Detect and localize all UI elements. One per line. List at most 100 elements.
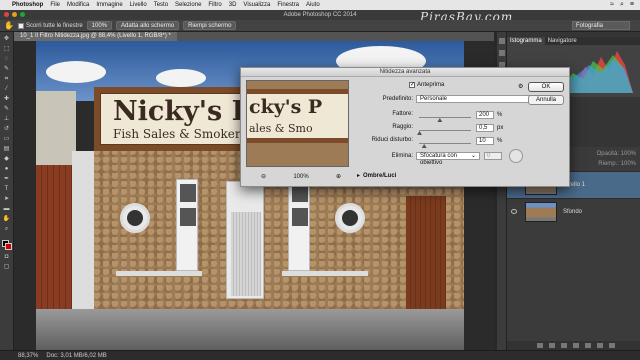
radius-slider-handle[interactable]	[417, 131, 423, 135]
history-panel-icon[interactable]	[499, 38, 505, 44]
cancel-button[interactable]: Annulla	[528, 95, 564, 105]
layer-style-icon[interactable]	[549, 343, 555, 348]
gear-icon[interactable]: ⚙	[518, 83, 523, 90]
marquee-tool-icon[interactable]: ⬚	[3, 46, 11, 52]
ok-button[interactable]: OK	[528, 82, 564, 92]
close-window-icon[interactable]	[4, 12, 9, 17]
healing-tool-icon[interactable]: ✚	[3, 96, 11, 102]
amount-slider-handle[interactable]	[437, 118, 443, 122]
screen-mode-icon[interactable]: ▢	[3, 264, 11, 270]
remove-label: Elimina:	[391, 153, 413, 159]
shadows-toggle[interactable]: ▸ Ombre/Luci	[357, 172, 396, 180]
amount-input[interactable]: 200	[476, 111, 494, 119]
new-layer-icon[interactable]	[597, 343, 603, 348]
hand-tool-icon[interactable]: ✋	[3, 216, 11, 222]
blur-tool-icon[interactable]: ◆	[3, 156, 11, 162]
color-swatches[interactable]	[1, 240, 12, 250]
menu-filtro[interactable]: Filtro	[208, 2, 221, 8]
radius-slider[interactable]	[419, 130, 471, 131]
search-icon[interactable]: ⌕	[620, 1, 624, 9]
layers-footer	[507, 341, 640, 350]
preview-zoom-value: 100%	[293, 173, 309, 180]
menu-finestra[interactable]: Finestra	[277, 2, 299, 8]
scroll-all-label: Scorri tutte le finestre	[25, 22, 83, 29]
amount-slider[interactable]	[419, 117, 471, 118]
move-tool-icon[interactable]: ✥	[3, 36, 11, 42]
menu-immagine[interactable]: Immagine	[96, 2, 122, 8]
fill-value[interactable]: 100%	[621, 161, 636, 167]
preset-select[interactable]: Personale ⌄	[416, 95, 538, 103]
angle-input[interactable]: 0	[484, 152, 502, 160]
menu-selezione[interactable]: Selezione	[175, 2, 201, 8]
opacity-control[interactable]: Opacità: 100%	[597, 151, 636, 157]
hand-tool-icon[interactable]: ✋	[4, 21, 14, 30]
preview-checkbox-label: Anteprima	[417, 82, 445, 88]
menu-3d[interactable]: 3D	[229, 2, 237, 8]
menu-file[interactable]: File	[50, 2, 60, 8]
layer-mask-icon[interactable]	[561, 343, 567, 348]
crop-tool-icon[interactable]: ⌗	[3, 76, 11, 82]
zoom-in-icon[interactable]: ⊕	[336, 173, 341, 180]
noise-input[interactable]: 10	[476, 137, 494, 145]
status-zoom[interactable]: 88,37%	[18, 353, 38, 359]
menu-app-name[interactable]: Photoshop	[12, 2, 43, 8]
link-layers-icon[interactable]	[537, 343, 543, 348]
amount-unit: %	[497, 112, 503, 118]
type-tool-icon[interactable]: T	[3, 186, 11, 192]
clone-stamp-tool-icon[interactable]: ⊥	[3, 116, 11, 122]
shape-tool-icon[interactable]: ▬	[3, 206, 11, 212]
eraser-tool-icon[interactable]: ▭	[3, 136, 11, 142]
preview-checkbox[interactable]: ✓ Anteprima	[409, 82, 444, 88]
menu-visualizza[interactable]: Visualizza	[243, 2, 270, 8]
remove-select[interactable]: Sfocatura con obiettivo ⌄	[416, 152, 480, 166]
window-pane	[292, 208, 308, 226]
disclosure-triangle-icon: ▸	[357, 173, 361, 179]
menu-modifica[interactable]: Modifica	[67, 2, 89, 8]
scroll-all-checkbox[interactable]: Scorri tutte le finestre	[17, 22, 83, 29]
zoom-window-icon[interactable]	[20, 12, 25, 17]
document-tab[interactable]: 10_1 Il Filtro Nitidezza.jpg @ 88,4% (Li…	[14, 32, 177, 41]
smart-sharpen-dialog: Nitidezza avanzata cky's P ales & Smo ⊖ …	[240, 67, 570, 187]
wifi-icon[interactable]: ≈	[610, 1, 614, 9]
minimize-window-icon[interactable]	[12, 12, 17, 17]
fit-screen-button[interactable]: Adatta allo schermo	[116, 21, 180, 30]
photo-front-door	[226, 181, 264, 299]
zoom-tool-icon[interactable]: ⌕	[3, 226, 11, 232]
history-brush-tool-icon[interactable]: ↺	[3, 126, 11, 132]
noise-slider-handle[interactable]	[421, 144, 427, 148]
pen-tool-icon[interactable]: ✒	[3, 176, 11, 182]
eye-icon[interactable]	[511, 209, 517, 214]
quick-select-tool-icon[interactable]: ✎	[3, 66, 11, 72]
lasso-tool-icon[interactable]: ◌	[3, 56, 11, 62]
dialog-preview[interactable]: cky's P ales & Smo	[246, 80, 349, 167]
gradient-tool-icon[interactable]: ▤	[3, 146, 11, 152]
quick-mask-icon[interactable]: ◘	[3, 254, 11, 260]
dodge-tool-icon[interactable]: ●	[3, 166, 11, 172]
door-shutter	[231, 212, 261, 296]
list-icon[interactable]: ≡	[630, 1, 634, 9]
radius-input[interactable]: 0,5	[476, 124, 494, 132]
zoom-100-button[interactable]: 100%	[86, 21, 113, 30]
background-color-swatch[interactable]	[4, 243, 12, 250]
path-select-tool-icon[interactable]: ➤	[3, 196, 11, 202]
noise-slider[interactable]	[419, 143, 471, 144]
fill-screen-button[interactable]: Riempi schermo	[183, 21, 237, 30]
opacity-value[interactable]: 100%	[621, 151, 636, 157]
brush-tool-icon[interactable]: ✎	[3, 106, 11, 112]
layer-row[interactable]: Sfondo	[507, 198, 640, 225]
angle-dial-icon[interactable]	[509, 149, 523, 163]
menu-livello[interactable]: Livello	[130, 2, 147, 8]
workspace-select[interactable]: Fotografia	[572, 21, 630, 30]
properties-panel-icon[interactable]	[499, 50, 505, 56]
eyedropper-tool-icon[interactable]: ⁄	[3, 86, 11, 92]
fill-control[interactable]: Riemp.: 100%	[598, 161, 636, 167]
tab-histogram[interactable]: Istogramma	[507, 37, 545, 45]
menu-aiuto[interactable]: Aiuto	[306, 2, 320, 8]
trash-icon[interactable]	[609, 343, 615, 348]
adjustment-layer-icon[interactable]	[573, 343, 579, 348]
photo-window-sill	[116, 271, 202, 276]
group-icon[interactable]	[585, 343, 591, 348]
tab-navigator[interactable]: Navigatore	[545, 37, 580, 45]
zoom-out-icon[interactable]: ⊖	[261, 173, 266, 180]
menu-testo[interactable]: Testo	[154, 2, 168, 8]
